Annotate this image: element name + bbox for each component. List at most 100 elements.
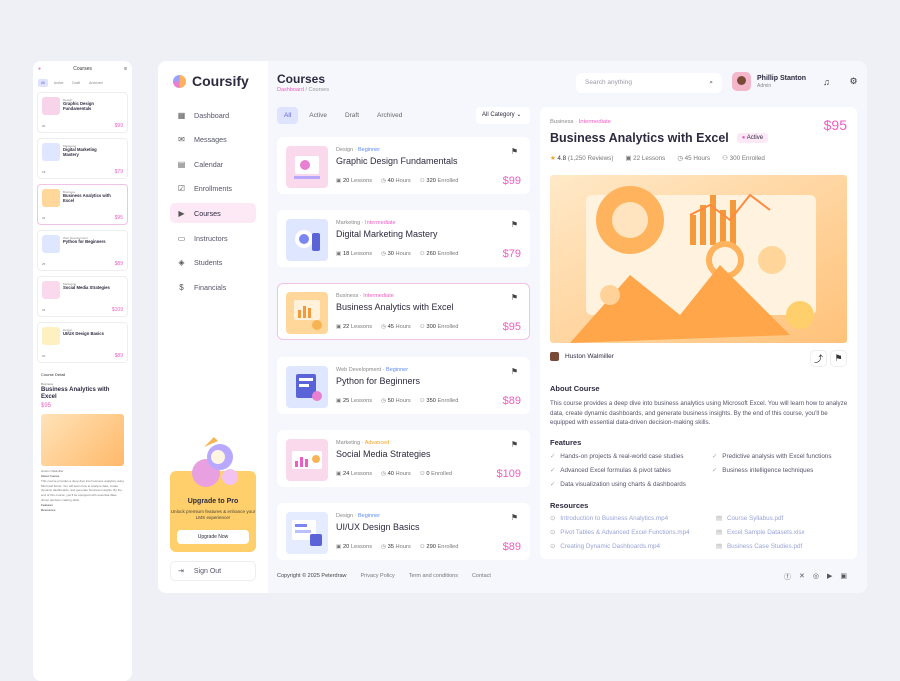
mobile-course-card[interactable]: Design Graphic Design Fundamentals 20 $99 <box>37 92 128 133</box>
hours-count: ◷ 40 Hours <box>381 471 411 477</box>
graduation-icon: ◈ <box>178 257 185 267</box>
course-title: UI/UX Design Basics <box>336 522 420 532</box>
sidebar-item-financials[interactable]: $ Financials <box>170 277 256 297</box>
course-price: $99 <box>114 123 123 129</box>
mobile-tab[interactable]: Active <box>51 79 67 87</box>
bookmark-icon[interactable]: ⚑ <box>511 147 518 156</box>
course-meta: ▣ 22 Lessons ◷ 45 Hours ⚇ 300 Enrolled <box>336 324 458 330</box>
course-card[interactable]: Design · Beginner Graphic Design Fundame… <box>277 137 530 194</box>
menu-icon[interactable]: ≡ <box>124 66 127 72</box>
course-lessons: 18 <box>42 170 46 174</box>
hours-count: ◷ 40 Hours <box>381 178 411 184</box>
footer-link-privacy[interactable]: Privacy Policy <box>360 573 394 579</box>
lessons-count: ▣ 20 Lessons <box>336 178 373 184</box>
sidebar-item-enrollments[interactable]: ☑ Enrollments <box>170 178 256 198</box>
course-level: Beginner <box>358 147 381 153</box>
users-icon: ⚇ <box>722 155 728 162</box>
tab-archived[interactable]: Archived <box>370 107 409 124</box>
facebook-icon[interactable]: ⓕ <box>784 572 791 582</box>
play-icon: ▶ <box>178 208 185 218</box>
mobile-course-card[interactable]: Business Business Analytics with Excel 22 $… <box>37 184 128 225</box>
bookmark-icon[interactable]: ⚑ <box>511 440 518 449</box>
footer-link-terms[interactable]: Term and conditions <box>409 573 458 579</box>
feature-item: ✓ Hands-on projects & real-world case stu… <box>550 453 684 460</box>
bookmark-icon[interactable]: ⚑ <box>511 367 518 376</box>
course-thumbnail <box>42 327 60 345</box>
sidebar-item-calendar[interactable]: ▤ Calendar <box>170 154 256 174</box>
resource-video[interactable]: ⊙ Introduction to Business Analytics.mp4 <box>550 515 668 522</box>
course-card[interactable]: Marketing · Intermediate Digital Marketi… <box>277 210 530 267</box>
tab-draft[interactable]: Draft <box>338 107 366 124</box>
course-meta: ▣ 20 Lessons ◷ 35 Hours ⚇ 290 Enrolled <box>336 544 458 550</box>
course-title: Python for Beginners <box>63 239 106 244</box>
detail-enrolled: ⚇ 300 Enrolled <box>722 155 765 162</box>
check-icon: ✓ <box>712 467 718 474</box>
resource-doc[interactable]: ▤ Business Case Studies.pdf <box>716 543 802 550</box>
book-icon: ▣ <box>625 155 632 162</box>
sidebar-item-courses[interactable]: ▶ Courses <box>170 203 256 223</box>
course-level: Intermediate <box>365 220 396 226</box>
mobile-tab[interactable]: Draft <box>69 79 83 87</box>
youtube-icon[interactable]: ▶ <box>827 572 832 582</box>
course-level: Advanced <box>364 440 390 446</box>
course-title: Social Media Strategies <box>63 285 110 290</box>
sidebar-item-students[interactable]: ◈ Students <box>170 252 256 272</box>
detail-title-row: Business Analytics with Excel ● Active <box>550 131 769 145</box>
breadcrumb-current: Courses <box>308 87 329 93</box>
feature-item: ✓ Data visualization using charts & dashb… <box>550 481 686 488</box>
gear-icon[interactable]: ⚙ <box>845 73 862 90</box>
tab-all[interactable]: All <box>277 107 299 124</box>
mobile-tab[interactable]: Archived <box>86 79 106 87</box>
breadcrumb-link[interactable]: Dashboard <box>277 87 304 93</box>
tab-active[interactable]: Active <box>302 107 334 124</box>
footer-link-contact[interactable]: Contact <box>472 573 491 579</box>
linkedin-icon[interactable]: ▣ <box>840 572 847 582</box>
bookmark-icon[interactable]: ⚑ <box>511 293 518 302</box>
sidebar-item-dashboard[interactable]: ▦ Dashboard <box>170 105 256 125</box>
mobile-preview: ● Courses ≡ All Active Draft Archived Desi… <box>33 61 132 681</box>
course-thumbnail <box>286 146 328 188</box>
detail-hours: ◷ 45 Hours <box>677 155 711 162</box>
bookmark-icon[interactable]: ⚑ <box>830 350 847 367</box>
logo[interactable]: Coursify <box>173 73 249 89</box>
course-lessons: 24 <box>42 308 46 312</box>
resource-doc[interactable]: ▤ Excel Sample Datasets.xlsx <box>716 529 805 536</box>
course-price: $95 <box>114 215 123 221</box>
share-icon[interactable]: ⤴ <box>810 350 827 367</box>
sidebar-item-instructors[interactable]: ▭ Instructors <box>170 228 256 248</box>
course-card[interactable]: Design · Beginner UI/UX Design Basics ▣ … <box>277 503 530 560</box>
course-hero-image <box>550 175 847 343</box>
x-icon[interactable]: ✕ <box>799 572 805 582</box>
mobile-course-card[interactable]: Design UI/UX Design Basics 20 $89 <box>37 322 128 363</box>
hours-count: ◷ 30 Hours <box>381 251 411 257</box>
check-icon: ✓ <box>550 481 556 488</box>
search-input[interactable]: Search anything ⌕ <box>576 73 722 93</box>
play-circle-icon: ⊙ <box>550 529 556 536</box>
mobile-course-card[interactable]: Marketing Digital Marketing Mastery 18 $79 <box>37 138 128 179</box>
resource-doc[interactable]: ▤ Course Syllabus.pdf <box>716 515 783 522</box>
detail-title: Business Analytics with Excel <box>550 131 729 145</box>
bookmark-icon[interactable]: ⚑ <box>511 220 518 229</box>
sign-out-label: Sign Out <box>193 567 222 575</box>
hours-count: ◷ 50 Hours <box>381 398 411 404</box>
user-profile[interactable]: Phillip Stanton Admin ♫ ⚙ <box>732 72 862 91</box>
course-category: Marketing · Intermediate <box>336 220 396 226</box>
upgrade-button[interactable]: Upgrade Now <box>177 530 249 544</box>
course-card[interactable]: Marketing · Advanced Social Media Strate… <box>277 430 530 487</box>
course-title: UI/UX Design Basics <box>63 331 104 336</box>
resource-video[interactable]: ⊙ Pivot Tables & Advanced Excel Functions… <box>550 529 690 536</box>
sign-out-button[interactable]: ⇥ Sign Out <box>170 561 256 581</box>
course-category: Design · Beginner <box>336 147 381 153</box>
course-card-selected[interactable]: Business · Intermediate Business Analyti… <box>277 283 530 340</box>
course-card[interactable]: Web Development · Beginner Python for Be… <box>277 357 530 414</box>
bookmark-icon[interactable]: ⚑ <box>511 513 518 522</box>
mobile-course-card[interactable]: Marketing Social Media Strategies 24 $109 <box>37 276 128 317</box>
resource-video[interactable]: ⊙ Creating Dynamic Dashboards.mp4 <box>550 543 660 550</box>
sidebar-item-messages[interactable]: ✉ Messages <box>170 129 256 149</box>
instagram-icon[interactable]: ◎ <box>813 572 819 582</box>
bell-icon[interactable]: ♫ <box>818 73 835 90</box>
mobile-tab[interactable]: All <box>38 79 48 87</box>
category-select[interactable]: All Category ⌄ <box>476 107 530 124</box>
instructor[interactable]: Huston Walmiller <box>550 352 614 361</box>
mobile-course-card[interactable]: Web Development Python for Beginners 25 $89 <box>37 230 128 271</box>
